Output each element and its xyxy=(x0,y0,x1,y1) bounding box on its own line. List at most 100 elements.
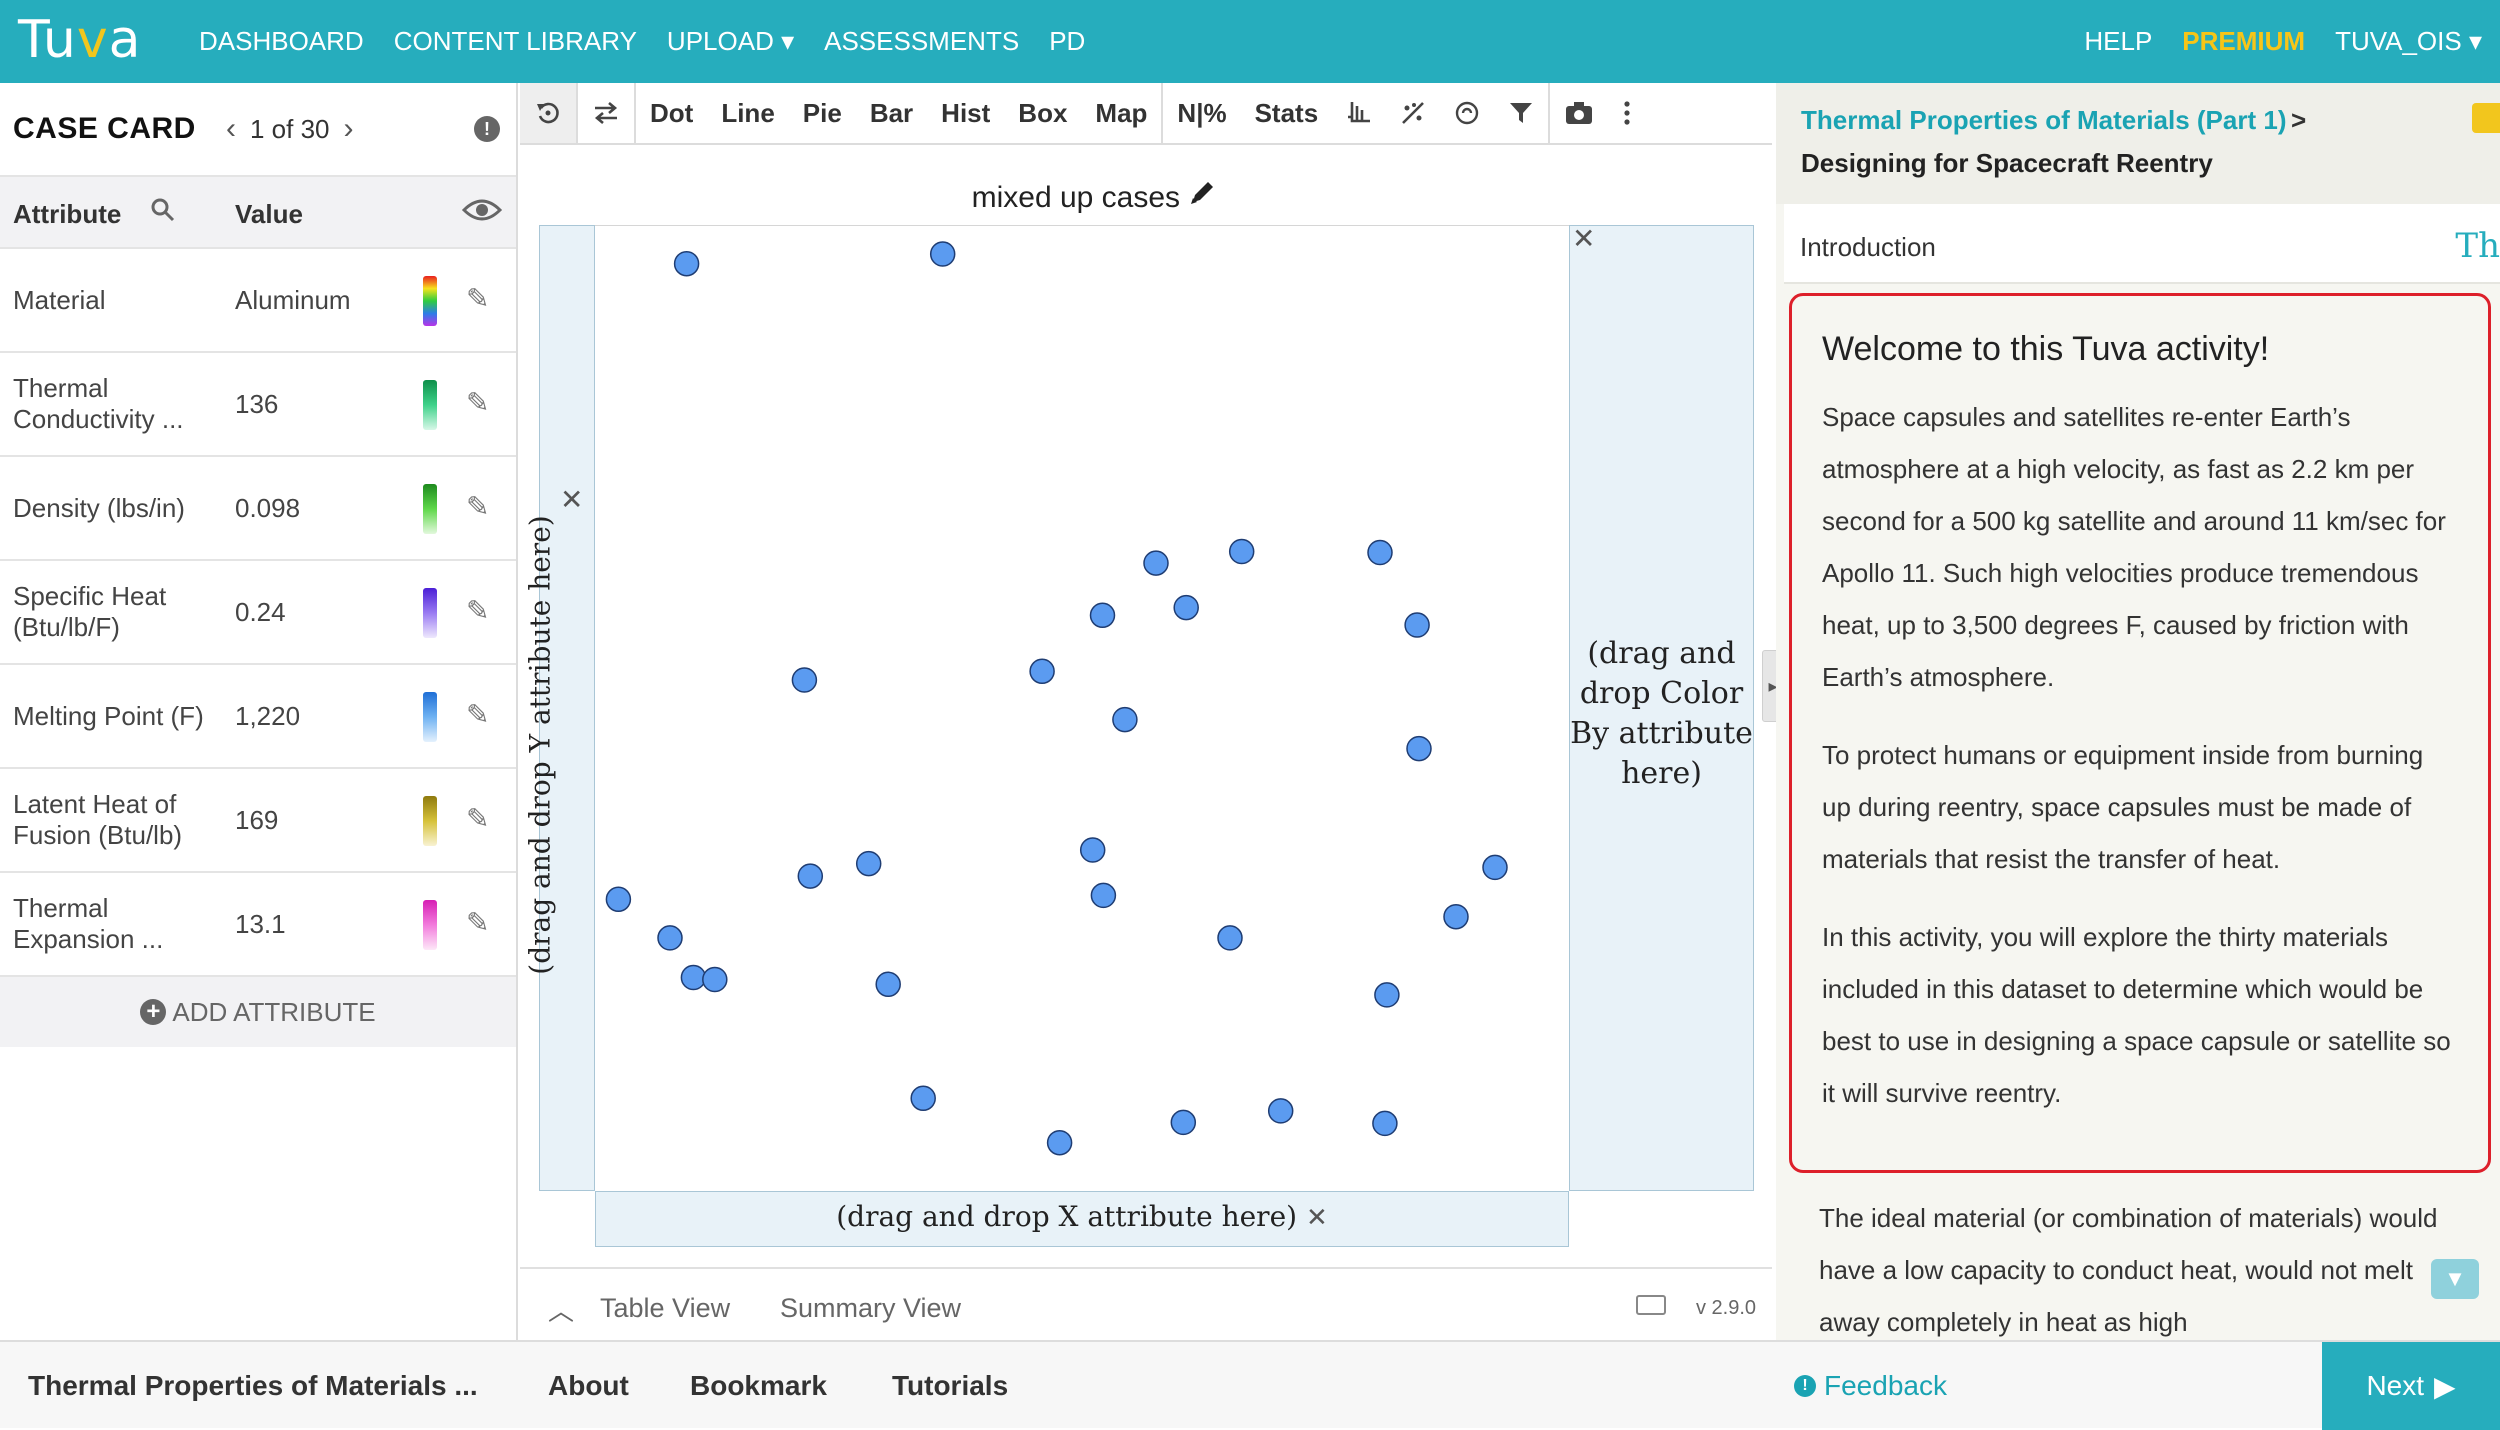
histogram-button[interactable]: Hist xyxy=(927,83,1004,143)
table-view-tab[interactable]: Table View xyxy=(600,1293,730,1324)
color-scale-swatch[interactable] xyxy=(423,900,437,950)
swap-axes-icon[interactable] xyxy=(578,83,634,143)
data-point[interactable] xyxy=(1406,735,1432,762)
data-point[interactable] xyxy=(1112,706,1138,733)
pencil-icon[interactable]: ✎ xyxy=(466,490,489,523)
color-scale-swatch[interactable] xyxy=(423,276,437,326)
data-point[interactable] xyxy=(605,886,632,913)
attribute-name[interactable]: Material xyxy=(13,249,218,351)
nav-help[interactable]: HELP xyxy=(2084,26,2152,57)
attribute-name[interactable]: Latent Heat of Fusion (Btu/lb) xyxy=(13,769,218,871)
eye-icon[interactable] xyxy=(461,195,503,232)
nav-dashboard[interactable]: DASHBOARD xyxy=(199,26,364,57)
plot-area[interactable] xyxy=(595,225,1569,1191)
data-point[interactable] xyxy=(1374,982,1400,1008)
remove-color-attribute-icon[interactable]: ✕ xyxy=(1572,222,1595,255)
color-scale-swatch[interactable] xyxy=(423,796,437,846)
data-point[interactable] xyxy=(1170,1109,1197,1136)
tuva-logo[interactable]: Tuva xyxy=(18,10,141,70)
chevron-right-icon[interactable]: › xyxy=(344,112,354,146)
pencil-icon[interactable]: ✎ xyxy=(466,698,489,731)
pencil-icon[interactable]: ✎ xyxy=(466,282,489,315)
breadcrumb-parent-link[interactable]: Thermal Properties of Materials (Part 1) xyxy=(1801,105,2286,135)
data-point[interactable] xyxy=(1046,1129,1073,1156)
data-point[interactable] xyxy=(680,964,707,991)
nav-pd[interactable]: PD xyxy=(1049,26,1085,57)
attribute-name[interactable]: Specific Heat (Btu/lb/F) xyxy=(13,561,218,663)
summary-view-tab[interactable]: Summary View xyxy=(780,1293,961,1324)
data-point[interactable] xyxy=(1267,1098,1294,1124)
pencil-icon[interactable]: ✎ xyxy=(466,386,489,419)
line-plot-button[interactable]: Line xyxy=(707,83,788,143)
info-icon[interactable]: ! xyxy=(474,116,500,142)
color-by-drop-zone[interactable]: ✕ (drag and drop Color By attribute here… xyxy=(1569,222,1754,1191)
pencil-icon[interactable]: ✎ xyxy=(466,802,489,835)
keyboard-icon[interactable] xyxy=(1636,1295,1666,1315)
data-point[interactable] xyxy=(929,241,956,267)
bookmark-link[interactable]: Bookmark xyxy=(690,1370,827,1402)
feedback-link[interactable]: ! Feedback xyxy=(1794,1370,1947,1402)
chevron-left-icon[interactable]: ‹ xyxy=(226,112,236,146)
stats-button[interactable]: Stats xyxy=(1241,83,1333,143)
data-point[interactable] xyxy=(1228,538,1255,565)
target-icon[interactable] xyxy=(1440,83,1494,143)
data-point[interactable] xyxy=(910,1085,936,1112)
axis-icon[interactable] xyxy=(1332,83,1386,143)
count-percent-button[interactable]: N|% xyxy=(1163,83,1240,143)
data-point[interactable] xyxy=(673,250,700,277)
graph-title[interactable]: mixed up cases xyxy=(520,177,1670,215)
color-scale-swatch[interactable] xyxy=(423,692,437,742)
next-button[interactable]: Next ▶ xyxy=(2322,1342,2500,1430)
data-point[interactable] xyxy=(1482,854,1508,881)
lock-icon[interactable] xyxy=(2472,103,2500,133)
color-scale-swatch[interactable] xyxy=(423,484,437,534)
attribute-name[interactable]: Thermal Conductivity ... xyxy=(13,353,218,455)
data-point[interactable] xyxy=(1443,903,1469,930)
data-point[interactable] xyxy=(702,966,728,993)
nav-content-library[interactable]: CONTENT LIBRARY xyxy=(394,26,637,57)
dot-plot-button[interactable]: Dot xyxy=(636,83,707,143)
camera-icon[interactable] xyxy=(1550,83,1608,143)
data-point[interactable] xyxy=(1089,602,1116,629)
bar-chart-button[interactable]: Bar xyxy=(856,83,927,143)
data-point[interactable] xyxy=(1143,550,1169,576)
attribute-name[interactable]: Thermal Expansion ... xyxy=(13,873,218,975)
pencil-icon[interactable]: ✎ xyxy=(466,906,489,939)
attribute-name[interactable]: Melting Point (F) xyxy=(13,665,218,767)
data-point[interactable] xyxy=(1090,882,1117,909)
add-attribute-button[interactable]: + ADD ATTRIBUTE xyxy=(0,977,516,1047)
data-point[interactable] xyxy=(1404,612,1430,638)
nav-user-menu[interactable]: TUVA_OIS ▾ xyxy=(2335,26,2482,57)
scroll-down-icon[interactable]: ▼ xyxy=(2431,1259,2479,1299)
data-point[interactable] xyxy=(1029,658,1055,685)
data-point[interactable] xyxy=(1372,1110,1398,1137)
trend-icon[interactable] xyxy=(1386,83,1440,143)
color-scale-swatch[interactable] xyxy=(423,380,437,430)
remove-x-attribute-icon[interactable]: ✕ xyxy=(1306,1203,1328,1233)
box-plot-button[interactable]: Box xyxy=(1004,83,1081,143)
data-point[interactable] xyxy=(1079,837,1106,863)
data-point[interactable] xyxy=(797,863,824,889)
chevron-up-icon[interactable]: ︿ xyxy=(548,1291,574,1328)
color-scale-swatch[interactable] xyxy=(423,588,437,638)
pencil-icon[interactable] xyxy=(1188,181,1218,214)
filter-icon[interactable] xyxy=(1494,83,1548,143)
reset-icon[interactable] xyxy=(520,83,576,143)
attribute-name[interactable]: Density (lbs/in) xyxy=(13,457,218,559)
section-tab-introduction[interactable]: Introduction Th xyxy=(1784,204,2500,284)
tutorials-link[interactable]: Tutorials xyxy=(892,1370,1008,1402)
data-point[interactable] xyxy=(1367,539,1393,566)
nav-upload[interactable]: UPLOAD ▾ xyxy=(667,26,794,57)
more-options-icon[interactable] xyxy=(1608,83,1646,143)
x-axis-drop-zone[interactable]: (drag and drop X attribute here) ✕ xyxy=(595,1191,1569,1247)
data-point[interactable] xyxy=(1173,594,1199,621)
map-button[interactable]: Map xyxy=(1081,83,1161,143)
data-point[interactable] xyxy=(875,971,901,998)
about-link[interactable]: About xyxy=(548,1370,629,1402)
data-point[interactable] xyxy=(1217,925,1243,951)
pie-chart-button[interactable]: Pie xyxy=(789,83,856,143)
nav-premium[interactable]: PREMIUM xyxy=(2182,26,2305,57)
pencil-icon[interactable]: ✎ xyxy=(466,594,489,627)
data-point[interactable] xyxy=(657,925,683,951)
data-point[interactable] xyxy=(791,667,818,693)
